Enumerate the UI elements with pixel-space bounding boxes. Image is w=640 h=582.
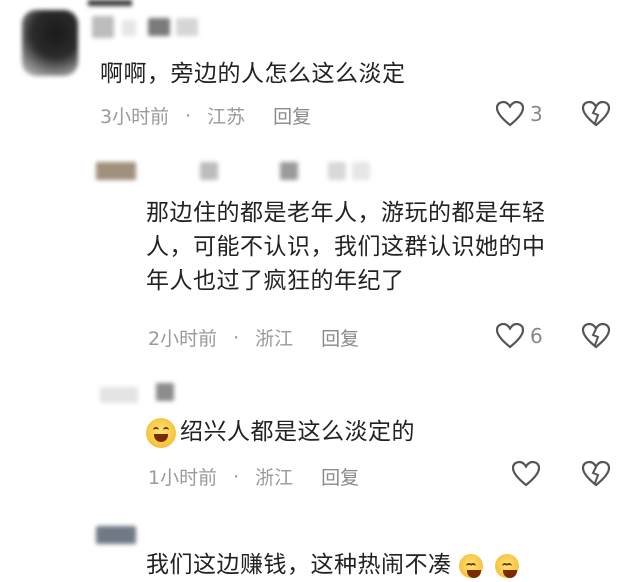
separator: ·: [233, 326, 240, 349]
like-button[interactable]: 6: [496, 323, 543, 349]
comment-text: 那边住的都是老年人，游玩的都是年轻 人，可能不认识，我们这群认识她的中 年人也过…: [146, 196, 606, 298]
comment-text: 啊啊，旁边的人怎么这么淡定: [100, 61, 406, 87]
comment-text-line: 年人也过了疯狂的年纪了: [146, 268, 405, 294]
heart-outline-icon: [496, 101, 524, 127]
comment-2: 那边住的都是老年人，游玩的都是年轻 人，可能不认识，我们这群认识她的中 年人也过…: [0, 150, 640, 360]
heart-outline-icon: [496, 323, 524, 349]
laughing-sweat-emoji: [146, 417, 176, 448]
comment-meta: 2小时前 · 浙江 回复: [148, 324, 359, 351]
location: 浙江: [255, 328, 294, 350]
broken-heart-icon: [582, 323, 610, 349]
broken-heart-icon: [582, 101, 610, 127]
location: 浙江: [255, 467, 294, 489]
timestamp: 2小时前: [148, 328, 218, 350]
comment-text-body: 我们这边赚钱，这种热闹不凑: [146, 552, 452, 578]
comment-meta: 3小时前 · 江苏 回复: [100, 102, 311, 129]
broken-heart-icon: [582, 461, 610, 487]
like-button[interactable]: [512, 461, 540, 487]
username-redacted[interactable]: [96, 160, 386, 184]
username-redacted[interactable]: [92, 16, 202, 38]
comment-1: 啊啊，旁边的人怎么这么淡定 3小时前 · 江苏 回复 3: [0, 0, 640, 140]
separator: ·: [233, 465, 240, 488]
dislike-button[interactable]: [582, 461, 610, 491]
like-button[interactable]: 3: [496, 101, 543, 127]
like-count: 6: [530, 324, 543, 348]
avatar[interactable]: [22, 10, 78, 76]
comment-meta: 1小时前 · 浙江 回复: [148, 463, 359, 490]
top-bar-fragment: [88, 0, 132, 6]
reply-button[interactable]: 回复: [321, 324, 359, 351]
separator: ·: [185, 104, 192, 127]
comment-text-line: 那边住的都是老年人，游玩的都是年轻: [146, 200, 546, 226]
dislike-button[interactable]: [582, 101, 610, 131]
timestamp: 1小时前: [148, 467, 218, 489]
laughing-emoji: [459, 553, 484, 578]
comment-3: 绍兴人都是这么淡定的 1小时前 · 浙江 回复: [0, 375, 640, 515]
location: 江苏: [207, 106, 246, 128]
like-count: 3: [530, 102, 543, 126]
reply-button[interactable]: 回复: [321, 463, 359, 490]
heart-outline-icon: [512, 461, 540, 487]
comment-text-body: 绍兴人都是这么淡定的: [180, 419, 415, 445]
reply-button[interactable]: 回复: [273, 102, 311, 129]
dislike-button[interactable]: [582, 323, 610, 353]
laughing-emoji: [495, 553, 520, 578]
timestamp: 3小时前: [100, 106, 170, 128]
comment-text-line: 人，可能不认识，我们这群认识她的中: [146, 234, 546, 260]
username-redacted[interactable]: [96, 381, 216, 405]
comment-text: 绍兴人都是这么淡定的: [146, 415, 415, 449]
comment-text: 我们这边赚钱，这种热闹不凑: [146, 548, 523, 582]
comment-4: 我们这边赚钱，这种热闹不凑: [0, 520, 640, 578]
username-redacted[interactable]: [96, 524, 176, 546]
